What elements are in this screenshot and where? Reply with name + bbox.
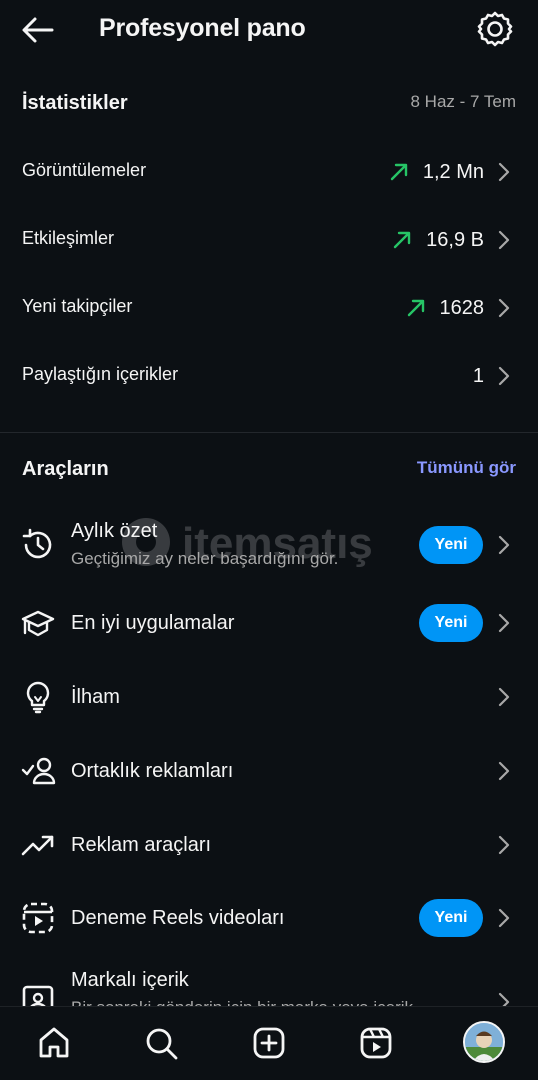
stat-row-new-followers[interactable]: Yeni takipçiler 1628	[0, 276, 538, 340]
chevron-right-icon	[498, 835, 510, 855]
stat-value: 1,2 Mn	[422, 160, 484, 183]
tool-monthly-summary[interactable]: Aylık özet Geçtiğimiz ay neler başardığı…	[0, 513, 538, 577]
trending-up-icon	[21, 835, 54, 856]
back-button[interactable]	[20, 12, 56, 48]
tool-label: Aylık özet	[71, 520, 158, 542]
trend-up-arrow-icon	[407, 299, 424, 317]
tool-inspiration[interactable]: İlham	[0, 665, 538, 729]
new-badge: Yeni	[419, 526, 483, 564]
stat-row-shared-content[interactable]: Paylaştığın içerikler 1	[0, 344, 538, 408]
tool-label: Deneme Reels videoları	[71, 907, 285, 929]
date-range: 8 Haz - 7 Tem	[410, 92, 516, 111]
tool-ad-tools[interactable]: Reklam araçları	[0, 813, 538, 877]
stat-row-views[interactable]: Görüntülemeler 1,2 Mn	[0, 140, 538, 204]
tab-home[interactable]	[34, 1023, 74, 1063]
stat-label: Paylaştığın içerikler	[22, 364, 179, 384]
stat-label: Etkileşimler	[22, 228, 115, 248]
bottom-tab-bar	[0, 1006, 538, 1080]
trend-up-arrow-icon	[393, 231, 411, 249]
tool-label: Ortaklık reklamları	[71, 760, 234, 782]
tool-label: Markalı içerik	[71, 969, 189, 991]
create-plus-icon	[253, 1027, 285, 1059]
gear-icon	[477, 11, 513, 47]
chevron-right-icon	[498, 162, 510, 182]
statistics-header: İstatistikler 8 Haz - 7 Tem	[0, 84, 538, 124]
stat-label: Görüntülemeler	[22, 160, 147, 180]
stat-value: 1	[472, 364, 484, 387]
settings-button[interactable]	[476, 10, 514, 48]
stat-value-group: 1,2 Mn	[389, 154, 512, 190]
lightbulb-icon	[26, 681, 50, 714]
profile-avatar[interactable]	[463, 1021, 505, 1063]
trend-up-arrow-icon	[390, 163, 408, 181]
tab-reels[interactable]	[356, 1023, 396, 1063]
statistics-title: İstatistikler	[22, 92, 128, 114]
graduation-cap-icon	[21, 610, 55, 637]
chevron-right-icon	[498, 366, 510, 386]
reels-dashed-icon	[22, 902, 54, 934]
professional-dashboard: Profesyonel pano İstatistikler 8 Haz - 7…	[0, 0, 538, 1080]
chevron-right-icon	[498, 230, 510, 250]
avatar-image	[465, 1023, 503, 1061]
tool-label: Reklam araçları	[71, 834, 212, 856]
tool-label: İlham	[71, 686, 120, 708]
tool-description: Geçtiğimiz ay neler başardığını gör.	[71, 549, 339, 568]
reels-icon	[360, 1027, 392, 1059]
home-icon	[39, 1027, 69, 1058]
chevron-right-icon	[498, 761, 510, 781]
section-divider	[0, 432, 538, 433]
top-bar: Profesyonel pano	[0, 0, 538, 60]
stat-value-group: 16,9 B	[392, 222, 512, 258]
stat-value-group: 1	[473, 358, 512, 394]
tools-header: Araçların Tümünü gör	[0, 450, 538, 490]
stat-value: 1628	[439, 296, 485, 319]
arrow-left-icon	[22, 17, 54, 43]
tools-title: Araçların	[22, 458, 109, 480]
chevron-right-icon	[498, 687, 510, 707]
search-icon	[146, 1028, 178, 1060]
new-badge: Yeni	[419, 899, 483, 937]
chevron-right-icon	[498, 908, 510, 928]
stat-row-interactions[interactable]: Etkileşimler 16,9 B	[0, 208, 538, 272]
see-all-link[interactable]: Tümünü gör	[417, 458, 516, 478]
tab-search[interactable]	[141, 1023, 181, 1063]
chevron-right-icon	[498, 613, 510, 633]
history-clock-icon	[22, 528, 52, 559]
chevron-right-icon	[498, 298, 510, 318]
tool-label: En iyi uygulamalar	[71, 612, 235, 634]
chevron-right-icon	[498, 535, 510, 555]
stat-value-group: 1628	[406, 290, 513, 326]
user-check-icon	[21, 757, 56, 785]
tool-trial-reels[interactable]: Deneme Reels videoları Yeni	[0, 886, 538, 950]
stat-label: Yeni takipçiler	[22, 296, 133, 316]
stat-value: 16,9 B	[426, 228, 484, 251]
tool-best-practices[interactable]: En iyi uygulamalar Yeni	[0, 591, 538, 655]
tool-partnership-ads[interactable]: Ortaklık reklamları	[0, 739, 538, 803]
new-badge: Yeni	[419, 604, 483, 642]
tab-create[interactable]	[249, 1023, 289, 1063]
page-title: Profesyonel pano	[99, 14, 306, 42]
